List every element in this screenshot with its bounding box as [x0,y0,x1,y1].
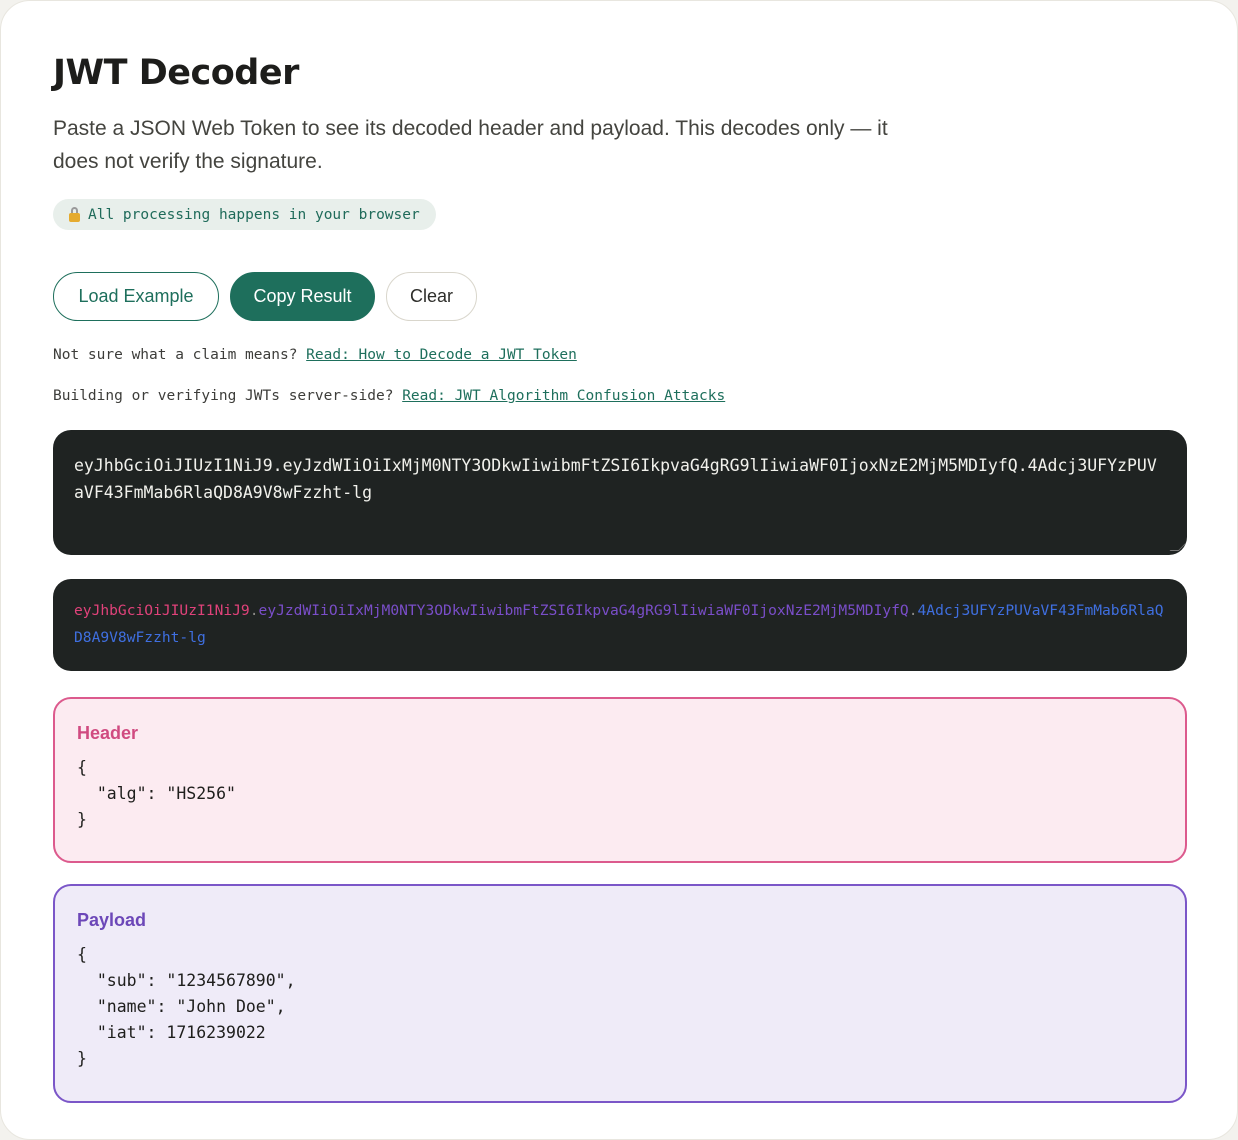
load-example-button[interactable]: Load Example [53,272,219,321]
header-json: { "alg": "HS256" } [77,758,236,829]
token-separator: . [249,602,259,619]
token-highlighted: eyJhbGciOiJIUzI1NiJ9.eyJzdWIiOiIxMjM0NTY… [53,579,1187,671]
hint-claims-text: Not sure what a claim means? [53,347,298,363]
lock-icon [69,207,80,222]
privacy-badge-label: All processing happens in your browser [88,206,420,223]
page-title: JWT Decoder [53,53,299,93]
token-payload-segment: eyJzdWIiOiIxMjM0NTY3ODkwIiwibmFtZSI6Ikpv… [258,602,909,619]
header-panel-title: Header [77,723,139,743]
token-separator: . [908,602,918,619]
hint-claims: Not sure what a claim means? Read: How t… [53,347,577,363]
resize-handle-icon[interactable] [1169,542,1187,551]
header-panel: Header { "alg": "HS256" } [53,697,1187,863]
decode-guide-link[interactable]: Read: How to Decode a JWT Token [306,347,577,363]
privacy-badge: All processing happens in your browser [53,199,436,230]
clear-button[interactable]: Clear [386,272,477,321]
page-subtitle: Paste a JSON Web Token to see its decode… [53,117,888,173]
token-input[interactable]: eyJhbGciOiJIUzI1NiJ9.eyJzdWIiOiIxMjM0NTY… [53,430,1187,555]
copy-result-button[interactable]: Copy Result [230,272,375,321]
payload-json: { "sub": "1234567890", "name": "John Doe… [77,945,296,1068]
payload-panel-title: Payload [77,910,147,930]
token-header-segment: eyJhbGciOiJIUzI1NiJ9 [74,602,250,619]
token-input-value: eyJhbGciOiJIUzI1NiJ9.eyJzdWIiOiIxMjM0NTY… [74,456,1157,502]
hint-server-side: Building or verifying JWTs server-side? … [53,388,725,404]
payload-panel: Payload { "sub": "1234567890", "name": "… [53,884,1187,1103]
algorithm-confusion-link[interactable]: Read: JWT Algorithm Confusion Attacks [402,388,725,404]
hint-server-side-text: Building or verifying JWTs server-side? [53,388,394,404]
decoder-card: JWT Decoder Paste a JSON Web Token to se… [0,0,1238,1140]
